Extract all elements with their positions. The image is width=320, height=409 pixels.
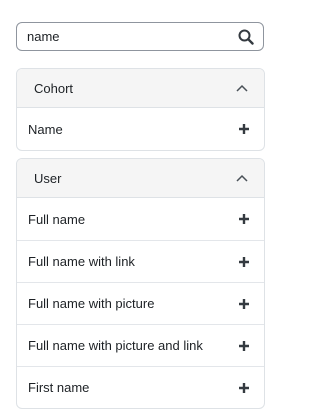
list-item[interactable]: Full name with picture and link xyxy=(17,324,264,366)
plus-icon xyxy=(239,124,249,134)
list-item[interactable]: Name xyxy=(17,108,264,150)
section-cohort: Cohort Name xyxy=(16,68,265,151)
item-label: First name xyxy=(28,380,90,395)
section-header-cohort[interactable]: Cohort xyxy=(17,69,264,108)
list-item[interactable]: Full name with link xyxy=(17,240,264,282)
chevron-up-icon xyxy=(236,174,248,182)
chevron-up-icon xyxy=(236,84,248,92)
search-icon xyxy=(238,29,254,45)
plus-icon xyxy=(239,256,249,267)
section-user: User Full name Full name with link Full … xyxy=(16,158,265,409)
section-header-user[interactable]: User xyxy=(17,159,264,198)
section-title: User xyxy=(34,170,62,186)
search-input[interactable] xyxy=(17,23,233,50)
item-label: Full name with picture xyxy=(28,296,155,311)
plus-icon xyxy=(239,298,249,309)
plus-icon xyxy=(239,382,249,393)
item-label: Name xyxy=(28,121,63,137)
item-label: Full name with picture and link xyxy=(28,338,203,353)
list-item[interactable]: First name xyxy=(17,366,264,408)
section-title: Cohort xyxy=(34,80,74,96)
search-box xyxy=(16,22,264,51)
search-button[interactable] xyxy=(233,23,259,50)
list-item[interactable]: Full name with picture xyxy=(17,282,264,324)
list-item[interactable]: Full name xyxy=(17,198,264,240)
item-label: Full name xyxy=(28,211,86,227)
item-label: Full name with link xyxy=(28,254,135,269)
plus-icon xyxy=(239,214,249,224)
plus-icon xyxy=(239,340,249,351)
